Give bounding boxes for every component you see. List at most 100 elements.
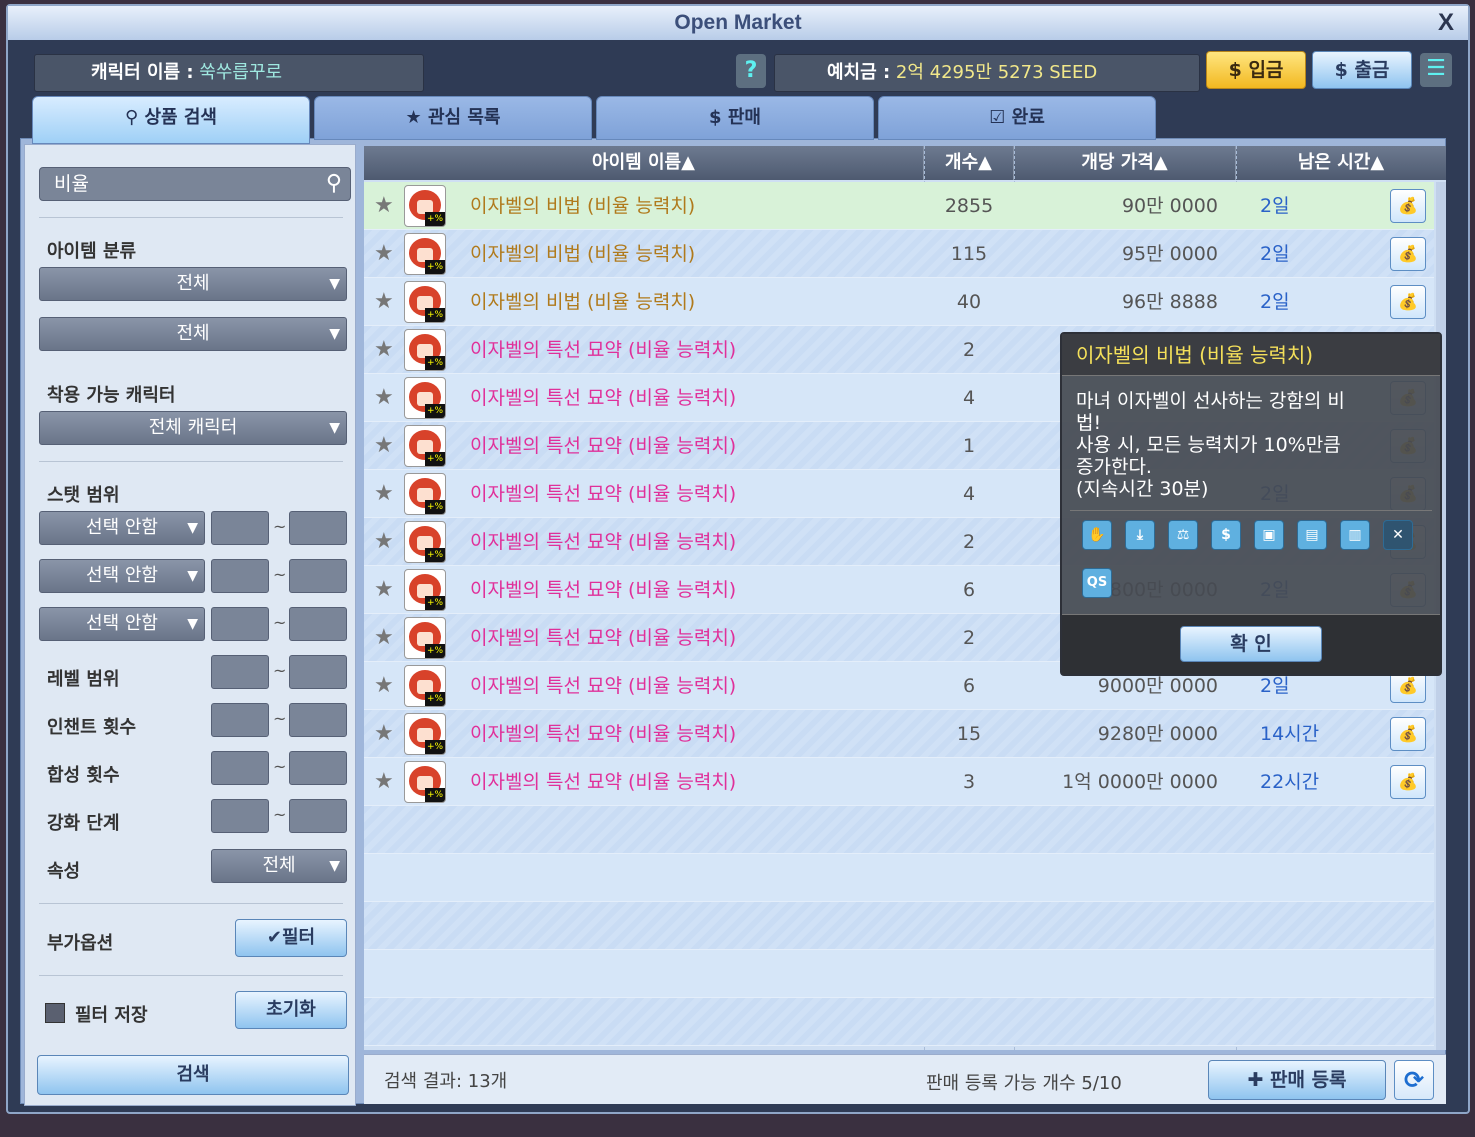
star-icon[interactable]: ★ <box>374 710 394 758</box>
tab-product-search[interactable]: ⚲ 상품 검색 <box>32 96 310 144</box>
help-button[interactable]: ? <box>736 54 766 88</box>
hand-icon: ✋ <box>1082 520 1112 550</box>
item-time: 2일 <box>1260 291 1290 313</box>
synthesis-max-input[interactable] <box>289 751 347 785</box>
close-button[interactable]: X <box>1438 6 1454 40</box>
chevron-down-icon: ▼ <box>187 520 198 536</box>
save-filter-checkbox[interactable] <box>45 1003 65 1023</box>
upgrade-min-input[interactable] <box>211 799 269 833</box>
table-row[interactable]: ★ +% 이자벨의 비법 (비율 능력치) 40 96만 8888 2일 💰 <box>364 278 1434 326</box>
search-input-value: 비율 <box>54 173 89 195</box>
stat-select[interactable]: 선택 안함 ▼ <box>39 511 205 545</box>
level-max-input[interactable] <box>289 655 347 689</box>
buy-button[interactable]: 💰 <box>1390 237 1426 271</box>
column-header-name[interactable]: 아이템 이름▲ <box>364 146 924 180</box>
item-name[interactable]: 이자벨의 특선 묘약 (비율 능력치) <box>470 758 736 806</box>
wearable-select[interactable]: 전체 캐릭터 ▼ <box>39 411 347 445</box>
synthesis-min-input[interactable] <box>211 751 269 785</box>
withdraw-button[interactable]: $ 출금 <box>1312 51 1412 89</box>
menu-icon[interactable]: ☰ <box>1420 53 1452 87</box>
star-icon[interactable]: ★ <box>374 662 394 710</box>
star-icon[interactable]: ★ <box>374 278 394 326</box>
item-name[interactable]: 이자벨의 비법 (비율 능력치) <box>470 230 695 278</box>
stat-max-input[interactable] <box>289 559 347 593</box>
chevron-down-icon: ▼ <box>187 568 198 584</box>
stat-max-input[interactable] <box>289 511 347 545</box>
buy-button[interactable]: 💰 <box>1390 765 1426 799</box>
stat-select[interactable]: 선택 안함 ▼ <box>39 607 205 641</box>
item-name[interactable]: 이자벨의 특선 묘약 (비율 능력치) <box>470 374 736 422</box>
item-name[interactable]: 이자벨의 특선 묘약 (비율 능력치) <box>470 614 736 662</box>
chevron-down-icon: ▼ <box>329 276 340 292</box>
star-icon[interactable]: ★ <box>374 182 394 230</box>
search-icon[interactable]: ⚲ <box>326 168 342 200</box>
search-button[interactable]: 검색 <box>37 1055 349 1095</box>
item-icon: +% <box>404 425 446 467</box>
star-icon[interactable]: ★ <box>374 422 394 470</box>
price-tag-icon: $ <box>1211 520 1241 550</box>
refresh-icon[interactable]: ⟳ <box>1394 1060 1434 1100</box>
item-count: 1 <box>962 435 976 457</box>
tab-label: 관심 목록 <box>427 107 501 128</box>
reset-button[interactable]: 초기화 <box>235 991 347 1029</box>
star-icon[interactable]: ★ <box>374 230 394 278</box>
item-name[interactable]: 이자벨의 특선 묘약 (비율 능력치) <box>470 518 736 566</box>
item-name[interactable]: 이자벨의 비법 (비율 능력치) <box>470 278 695 326</box>
tab-watchlist[interactable]: ★ 관심 목록 <box>314 96 592 140</box>
category-select-2[interactable]: 전체 ▼ <box>39 317 347 351</box>
enchant-max-input[interactable] <box>289 703 347 737</box>
storage-icon: ▤ <box>1297 520 1327 550</box>
tilde-separator: ~ <box>273 565 287 584</box>
table-row[interactable]: ★ +% 이자벨의 비법 (비율 능력치) 115 95만 0000 2일 💰 <box>364 230 1434 278</box>
stat-max-input[interactable] <box>289 607 347 641</box>
deposit-button[interactable]: $ 입금 <box>1206 51 1306 89</box>
item-icon: +% <box>404 569 446 611</box>
item-name[interactable]: 이자벨의 비법 (비율 능력치) <box>470 182 695 230</box>
category-select-1[interactable]: 전체 ▼ <box>39 267 347 301</box>
item-name[interactable]: 이자벨의 특선 묘약 (비율 능력치) <box>470 422 736 470</box>
column-header-price[interactable]: 개당 가격▲ <box>1014 146 1236 180</box>
enchant-min-input[interactable] <box>211 703 269 737</box>
item-name[interactable]: 이자벨의 특선 묘약 (비율 능력치) <box>470 470 736 518</box>
star-icon[interactable]: ★ <box>374 566 394 614</box>
table-row[interactable]: ★ +% 이자벨의 특선 묘약 (비율 능력치) 3 1억 0000만 0000 22시간… <box>364 758 1434 806</box>
stat-min-input[interactable] <box>211 607 269 641</box>
stat-min-input[interactable] <box>211 511 269 545</box>
title-bar[interactable]: Open Market <box>8 6 1468 40</box>
pet-disabled-icon: ✕ <box>1383 520 1413 550</box>
column-header-count[interactable]: 개수▲ <box>924 146 1014 180</box>
item-name[interactable]: 이자벨의 특선 묘약 (비율 능력치) <box>470 662 736 710</box>
column-header-time[interactable]: 남은 시간▲ <box>1236 146 1446 180</box>
register-sale-button[interactable]: ✚ 판매 등록 <box>1208 1060 1386 1100</box>
tab-sell[interactable]: $ 판매 <box>596 96 874 140</box>
star-icon[interactable]: ★ <box>374 326 394 374</box>
item-icon: +% <box>404 233 446 275</box>
star-icon[interactable]: ★ <box>374 758 394 806</box>
confirm-button[interactable]: 확 인 <box>1180 626 1322 662</box>
star-icon[interactable]: ★ <box>374 518 394 566</box>
star-icon[interactable]: ★ <box>374 374 394 422</box>
buy-button[interactable]: 💰 <box>1390 285 1426 319</box>
table-header: 아이템 이름▲ 개수▲ 개당 가격▲ 남은 시간▲ <box>364 146 1446 180</box>
item-name[interactable]: 이자벨의 특선 묘약 (비율 능력치) <box>470 326 736 374</box>
item-icon: +% <box>404 329 446 371</box>
item-name[interactable]: 이자벨의 특선 묘약 (비율 능력치) <box>470 566 736 614</box>
upgrade-max-input[interactable] <box>289 799 347 833</box>
table-row[interactable]: ★ +% 이자벨의 특선 묘약 (비율 능력치) 15 9280만 0000 14시간 💰 <box>364 710 1434 758</box>
item-name[interactable]: 이자벨의 특선 묘약 (비율 능력치) <box>470 710 736 758</box>
item-price: 95만 0000 <box>1121 243 1218 265</box>
stat-select[interactable]: 선택 안함 ▼ <box>39 559 205 593</box>
tab-completed[interactable]: ☑ 완료 <box>878 96 1156 140</box>
icon-badge: +% <box>425 596 445 610</box>
level-min-input[interactable] <box>211 655 269 689</box>
table-row[interactable]: ★ +% 이자벨의 비법 (비율 능력치) 2855 90만 0000 2일 💰 <box>364 182 1434 230</box>
buy-button[interactable]: 💰 <box>1390 189 1426 223</box>
buy-button[interactable]: 💰 <box>1390 717 1426 751</box>
star-icon[interactable]: ★ <box>374 470 394 518</box>
star-icon[interactable]: ★ <box>374 614 394 662</box>
search-input[interactable]: 비율 ⚲ <box>39 167 351 201</box>
attribute-label: 속성 <box>47 861 81 882</box>
stat-min-input[interactable] <box>211 559 269 593</box>
attribute-select[interactable]: 전체 ▼ <box>211 849 347 883</box>
filter-button[interactable]: ✔필터 <box>235 919 347 957</box>
